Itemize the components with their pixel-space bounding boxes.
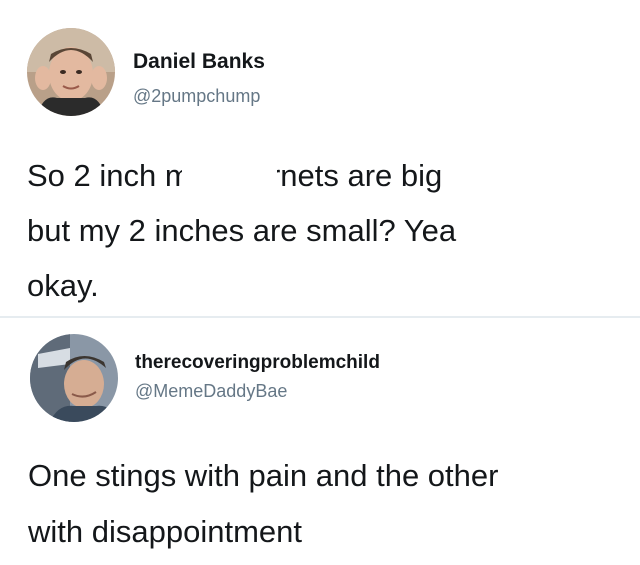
author-handle[interactable]: @2pumpchump — [133, 86, 260, 107]
censor-block — [182, 152, 277, 196]
avatar[interactable] — [27, 28, 115, 116]
author-name[interactable]: Daniel Banks — [133, 50, 265, 74]
avatar-photo-icon — [27, 28, 115, 116]
avatar[interactable] — [30, 334, 118, 422]
avatar-photo-icon — [30, 334, 118, 422]
author-handle[interactable]: @MemeDaddyBae — [135, 381, 287, 402]
tweet-text: So 2 inch m er hornets are big but my 2 … — [27, 158, 457, 303]
tweet-text: One stings with pain and the other with … — [28, 458, 499, 549]
author-name[interactable]: therecoveringproblemchild — [135, 352, 380, 374]
tweet-original: Daniel Banks @2pumpchump So 2 inch m er … — [0, 0, 640, 318]
tweet-reply: therecoveringproblemchild @MemeDaddyBae … — [0, 318, 640, 565]
